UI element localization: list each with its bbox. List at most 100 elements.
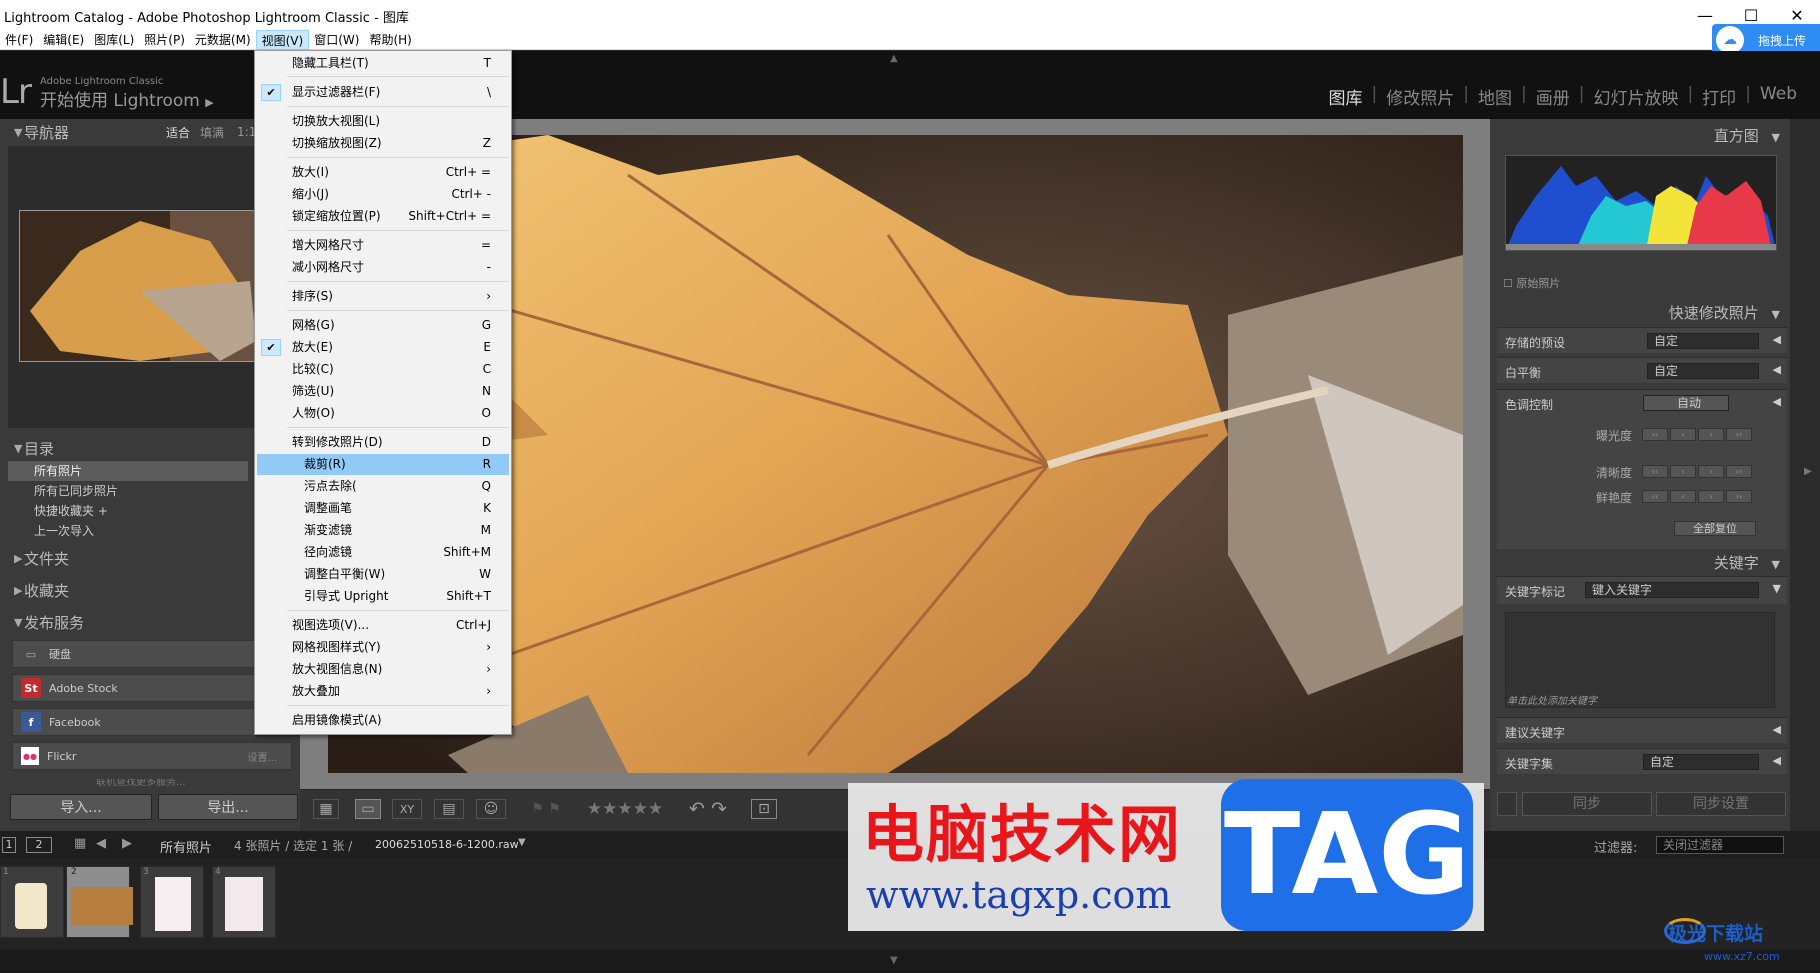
source-label[interactable]: 所有照片 <box>160 837 212 856</box>
filmstrip-cell[interactable]: 1 <box>0 866 64 938</box>
menu-item-guided-upright[interactable]: 引导式 Upright Shift+T <box>257 586 509 607</box>
menu-item-grid[interactable]: 网格(G) G <box>257 315 509 336</box>
import-button[interactable]: 导入... <box>10 794 152 820</box>
filmstrip-cell-selected[interactable]: 2 <box>66 866 133 938</box>
collapse-bottom-icon[interactable]: ▼ <box>890 955 898 966</box>
menu-view[interactable]: 视图(V) <box>255 29 310 50</box>
expand-triangle-icon[interactable]: ▼ <box>1773 582 1781 595</box>
window-2-button[interactable]: 2 <box>26 837 52 853</box>
module-map[interactable]: 地图 <box>1471 84 1519 109</box>
filter-select[interactable]: 关闭过滤器 <box>1656 836 1784 854</box>
sync-button[interactable]: 同步 <box>1522 792 1652 816</box>
menu-item-radial-filter[interactable]: 径向滤镜 Shift+M <box>257 542 509 563</box>
menu-item-people[interactable]: 人物(O) O <box>257 403 509 424</box>
menu-item-survey[interactable]: 筛选(U) N <box>257 381 509 402</box>
menu-item-decrease-grid[interactable]: 减小网格尺寸 - <box>257 257 509 278</box>
nav-fill[interactable]: 填满 <box>200 124 224 141</box>
exposure-buttons[interactable]: ‹‹ ‹ › ›› <box>1642 428 1752 441</box>
vibrance-buttons[interactable]: ‹‹ ‹ › ›› <box>1642 490 1752 503</box>
menu-item-zoom-in[interactable]: 放大(I) Ctrl+ = <box>257 162 509 183</box>
suggested-keywords-row[interactable]: 建议关键字 ◀ <box>1497 717 1787 743</box>
flag-icon[interactable]: ⚑ ⚑ <box>526 799 566 819</box>
menu-window[interactable]: 窗口(W) <box>309 30 364 50</box>
menu-item-go-to-develop[interactable]: 转到修改照片(D) D <box>257 432 509 453</box>
quick-develop-header[interactable]: 快速修改照片 ▼ <box>1669 302 1780 323</box>
catalog-all-photos[interactable]: 所有照片 <box>8 461 248 481</box>
module-slideshow[interactable]: 幻灯片放映 <box>1586 84 1685 109</box>
menu-item-loupe-overlay[interactable]: 放大叠加 › <box>257 681 509 702</box>
survey-view-icon[interactable]: ▤ <box>434 799 464 819</box>
menu-item-zoom-out[interactable]: 缩小(J) Ctrl+ - <box>257 184 509 205</box>
expand-triangle-icon[interactable]: ◀ <box>1773 723 1781 736</box>
menu-item-sort[interactable]: 排序(S) › <box>257 286 509 307</box>
rotate-icon[interactable]: ↶ ↷ <box>683 798 733 820</box>
navigator-thumbnail[interactable] <box>19 210 255 362</box>
clarity-buttons[interactable]: ‹‹ ‹ › ›› <box>1642 465 1752 478</box>
crop-overlay-icon[interactable]: ⊡ <box>751 799 777 819</box>
sync-toggle[interactable] <box>1497 792 1517 816</box>
grid-icon[interactable]: ▦ <box>74 836 86 851</box>
find-more-services[interactable]: 联机查找更多服务... <box>96 779 236 787</box>
keywords-header[interactable]: 关键字 ▼ <box>1714 552 1780 573</box>
collapse-right-icon[interactable]: ▶ <box>1804 466 1812 477</box>
menu-item-grid-style[interactable]: 网格视图样式(Y) › <box>257 637 509 658</box>
compare-view-icon[interactable]: XY <box>392 799 422 819</box>
menu-photo[interactable]: 照片(P) <box>139 30 190 50</box>
histogram-header[interactable]: 直方图 ▼ <box>1714 125 1780 146</box>
catalog-quick-collection[interactable]: 快捷收藏夹 + <box>8 501 248 521</box>
module-print[interactable]: 打印 <box>1695 84 1743 109</box>
filename-dropdown-icon[interactable]: ▼ <box>518 837 526 848</box>
menu-item-mirror-mode[interactable]: 启用镜像模式(A) <box>257 710 509 731</box>
menu-item-crop[interactable]: 裁剪(R) R <box>257 454 509 475</box>
publish-hard-drive[interactable]: ▭ 硬盘 设 <box>12 640 292 668</box>
white-balance-select[interactable]: 自定 <box>1647 363 1759 379</box>
expand-triangle-icon[interactable]: ◀ <box>1773 333 1781 346</box>
keyword-tags-select[interactable]: 键入关键字 <box>1585 582 1759 598</box>
window-1-button[interactable]: 1 <box>2 837 16 853</box>
module-library[interactable]: 图库 <box>1322 84 1370 109</box>
identity-main[interactable]: 开始使用 Lightroom ▶ <box>40 86 214 111</box>
menu-item-increase-grid[interactable]: 增大网格尺寸 = <box>257 235 509 256</box>
expand-triangle-icon[interactable]: ◀ <box>1773 363 1781 376</box>
publish-facebook[interactable]: f Facebook 设 <box>12 708 292 736</box>
menu-metadata[interactable]: 元数据(M) <box>190 30 256 50</box>
expand-triangle-icon[interactable]: ◀ <box>1773 395 1781 408</box>
module-web[interactable]: Web <box>1753 84 1804 109</box>
menu-item-compare[interactable]: 比较(C) C <box>257 359 509 380</box>
menu-item-view-options[interactable]: 视图选项(V)... Ctrl+J <box>257 615 509 636</box>
collapse-top-icon[interactable]: ▲ <box>890 53 898 64</box>
keyword-set-select[interactable]: 自定 <box>1643 754 1759 770</box>
filmstrip-cell[interactable]: 4 <box>212 866 276 938</box>
menu-item-spot-removal[interactable]: 污点去除(Q <box>257 476 509 497</box>
menu-item-lock-zoom[interactable]: 锁定缩放位置(P) Shift+Ctrl+ = <box>257 206 509 227</box>
menu-library[interactable]: 图库(L) <box>89 30 139 50</box>
publish-adobe-stock[interactable]: St Adobe Stock 设 <box>12 674 292 702</box>
grid-view-icon[interactable]: ▦ <box>313 799 339 819</box>
menu-item-loupe[interactable]: ✔ 放大(E) E <box>257 337 509 358</box>
menu-item-toggle-loupe[interactable]: 切换放大视图(L) <box>257 111 509 132</box>
menu-item-adjustment-brush[interactable]: 调整画笔 K <box>257 498 509 519</box>
loupe-view-icon[interactable]: ▭ <box>355 799 381 819</box>
rating-stars-icon[interactable]: ★★★★★ <box>583 799 667 819</box>
menu-help[interactable]: 帮助(H) <box>364 30 416 50</box>
sync-settings-button[interactable]: 同步设置 <box>1656 792 1786 816</box>
catalog-previous-import[interactable]: 上一次导入 <box>8 521 248 541</box>
menu-item-show-filter-bar[interactable]: ✔ 显示过滤器栏(F) \ <box>257 82 509 103</box>
filmstrip-cell[interactable]: 3 <box>140 866 204 938</box>
menu-item-graduated-filter[interactable]: 渐变滤镜 M <box>257 520 509 541</box>
menu-item-hide-toolbar[interactable]: 隐藏工具栏(T) T <box>257 53 509 74</box>
menu-file[interactable]: 件(F) <box>0 30 38 50</box>
menu-item-white-balance[interactable]: 调整白平衡(W) W <box>257 564 509 585</box>
saved-preset-select[interactable]: 自定 <box>1647 333 1759 349</box>
menu-edit[interactable]: 编辑(E) <box>38 30 89 50</box>
export-button[interactable]: 导出... <box>158 794 298 820</box>
nav-fit[interactable]: 适合 <box>166 124 190 141</box>
reset-all-button[interactable]: 全部复位 <box>1674 521 1756 536</box>
expand-triangle-icon[interactable]: ◀ <box>1773 754 1781 767</box>
forward-arrow-icon[interactable]: ▶ <box>122 836 132 851</box>
module-book[interactable]: 画册 <box>1529 84 1577 109</box>
catalog-synced[interactable]: 所有已同步照片 <box>8 481 248 501</box>
people-view-icon[interactable]: ☺ <box>476 799 506 819</box>
publish-flickr[interactable]: ●● Flickr 设置... <box>12 742 292 770</box>
original-photo-toggle[interactable]: ☐ 原始照片 <box>1503 275 1560 291</box>
